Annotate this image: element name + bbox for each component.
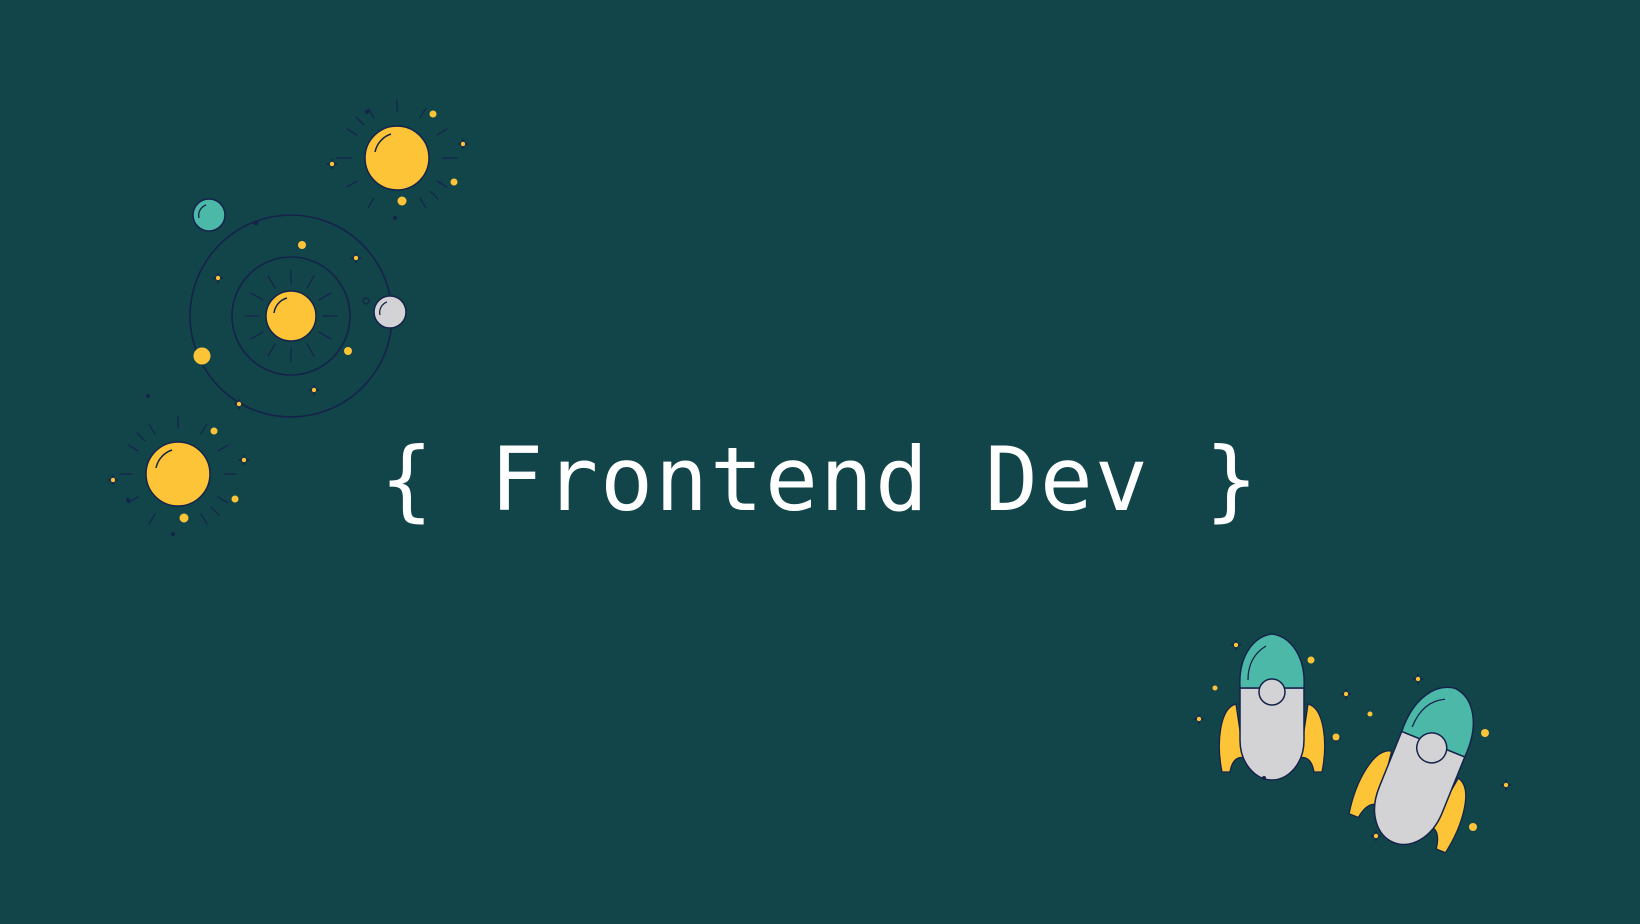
sun-icon — [326, 99, 469, 220]
solar-system-icon — [189, 214, 393, 418]
rocket-icon — [1218, 633, 1326, 781]
planet-icon — [192, 198, 226, 232]
rocket-icon — [1348, 686, 1475, 854]
page-title: { Frontend Dev } — [380, 428, 1260, 531]
planet-icon — [362, 295, 407, 329]
